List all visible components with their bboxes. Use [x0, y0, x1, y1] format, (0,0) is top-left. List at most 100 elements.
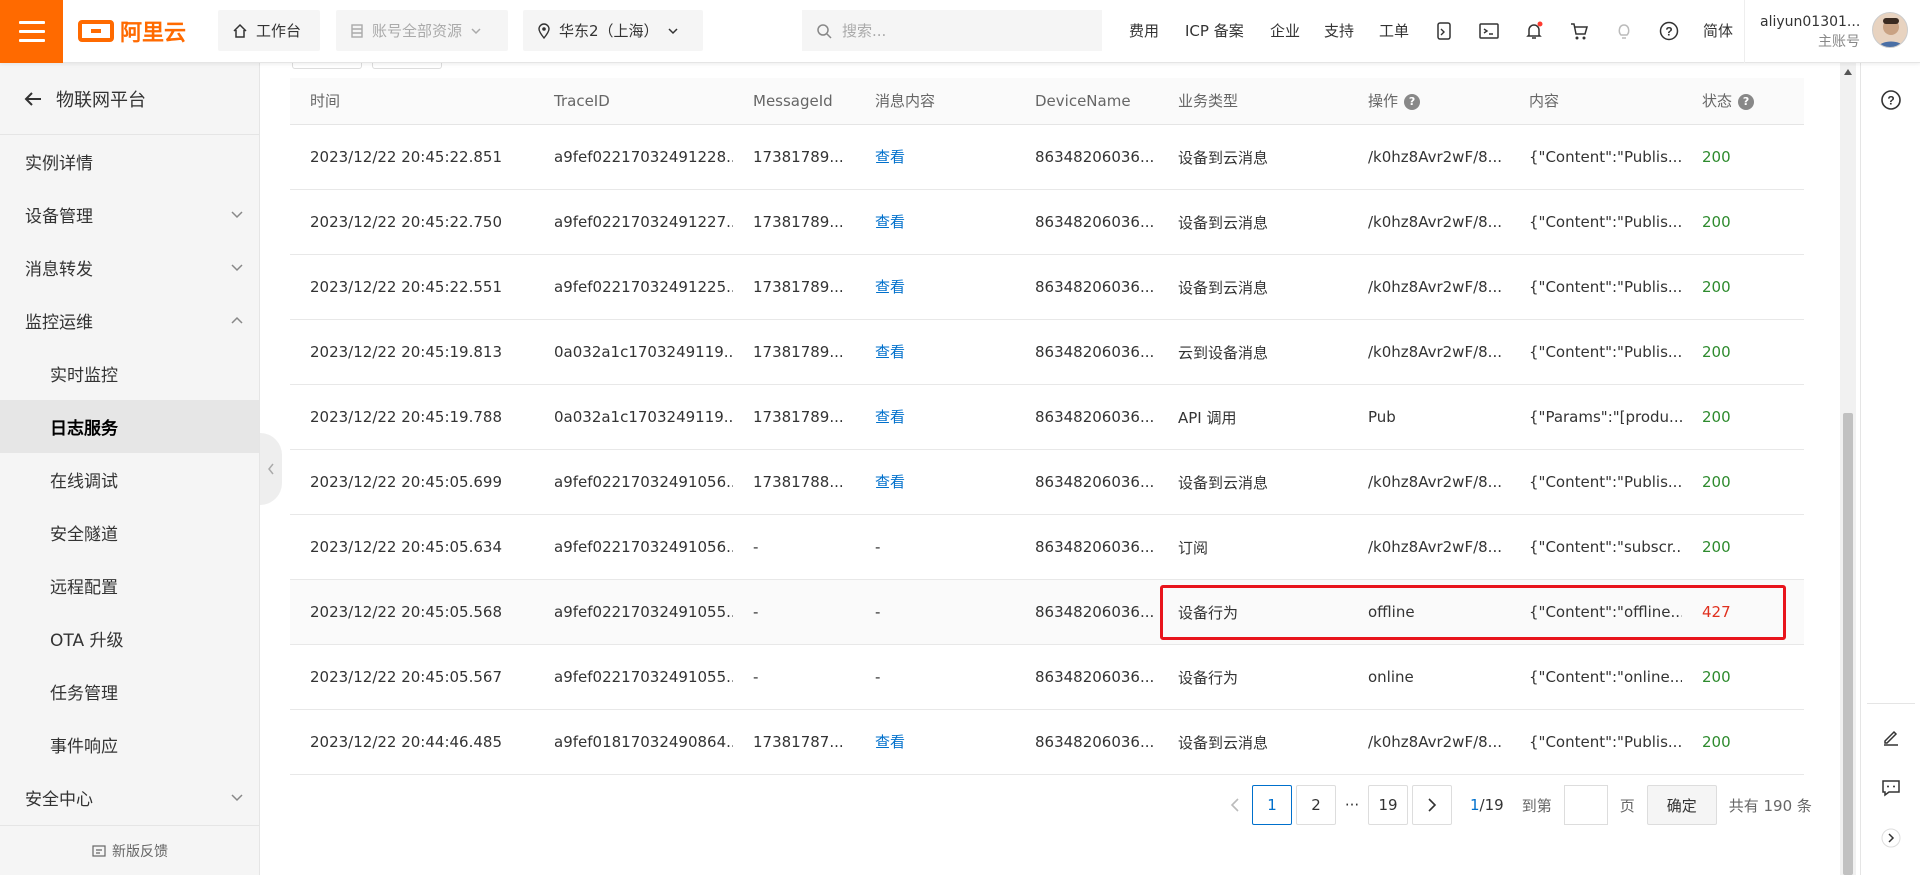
table-cell: 200 — [1682, 644, 1804, 710]
link-ticket[interactable]: 工单 — [1379, 20, 1409, 41]
cell-text: {"Content":"offline... — [1529, 602, 1682, 621]
view-link[interactable]: 查看 — [875, 733, 905, 751]
table-cell: 17381789... — [733, 319, 855, 385]
view-link[interactable]: 查看 — [875, 278, 905, 296]
table-cell: 2023/12/22 20:45:22.851 — [290, 124, 534, 190]
page-button-1[interactable]: 1 — [1252, 785, 1292, 825]
workbench-button[interactable]: 工作台 — [218, 10, 320, 51]
cell-text: a9fef02217032491055... — [554, 667, 733, 686]
sidebar-item[interactable]: 安全隧道 — [0, 506, 259, 559]
table-row: 2023/12/22 20:45:05.699 a9fef022170324910… — [290, 449, 1804, 515]
table-cell: - — [855, 644, 1015, 710]
bell-icon[interactable] — [1523, 20, 1545, 42]
table-cell: 86348206036... — [1015, 709, 1158, 775]
search-box[interactable] — [802, 10, 1102, 51]
column-header: 内容 — [1509, 78, 1682, 125]
table-cell: {"Content":"Publis... — [1509, 709, 1682, 775]
view-link[interactable]: 查看 — [875, 473, 905, 491]
sidebar-collapse-toggle[interactable] — [260, 433, 282, 505]
cloudshell-icon[interactable] — [1433, 20, 1455, 42]
table-cell: API 调用 — [1158, 384, 1348, 450]
link-fees[interactable]: 费用 — [1129, 20, 1159, 41]
cart-icon[interactable] — [1568, 20, 1590, 42]
sidebar-item[interactable]: OTA 升级 — [0, 612, 259, 665]
table-cell: {"Content":"Publis... — [1509, 449, 1682, 515]
edit-icon[interactable] — [1879, 725, 1903, 749]
table-cell: 200 — [1682, 254, 1804, 320]
view-link[interactable]: 查看 — [875, 408, 905, 426]
feedback-button[interactable]: 新版反馈 — [0, 825, 260, 875]
cell-text: a9fef02217032491228... — [554, 147, 733, 166]
sidebar-item[interactable]: 消息转发 — [0, 241, 259, 294]
table-cell: 17381789... — [733, 189, 855, 255]
scroll-up-arrow[interactable] — [1844, 69, 1852, 75]
avatar[interactable] — [1872, 12, 1908, 48]
cell-text: a9fef02217032491056... — [554, 472, 733, 491]
sidebar-item[interactable]: 日志服务 — [0, 400, 259, 453]
view-link[interactable]: 查看 — [875, 343, 905, 361]
cell-text: /k0hz8Avr2wF/8... — [1368, 147, 1502, 166]
terminal-icon[interactable] — [1478, 20, 1500, 42]
sidebar-back-title[interactable]: 物联网平台 — [0, 63, 259, 135]
cell-text: 2023/12/22 20:44:46.485 — [310, 732, 502, 751]
arrow-left-icon[interactable] — [24, 91, 42, 107]
cell-text: {"Content":"Publis... — [1529, 732, 1682, 751]
lightbulb-icon[interactable] — [1613, 20, 1635, 42]
goto-page-input[interactable] — [1563, 785, 1608, 825]
cell-text: 2023/12/22 20:45:05.567 — [310, 667, 502, 686]
cell-text: 86348206036... — [1035, 537, 1155, 556]
user-info[interactable]: aliyun01301... 主账号 — [1760, 12, 1860, 52]
page-ellipsis[interactable]: ··· — [1336, 785, 1368, 825]
column-header-label: TraceID — [554, 91, 610, 110]
language-switch[interactable]: 简体 — [1703, 20, 1733, 41]
aliyun-logo[interactable]: 阿里云 — [78, 14, 186, 48]
table-cell: 2023/12/22 20:45:22.551 — [290, 254, 534, 320]
expand-rail-button[interactable] — [1879, 826, 1903, 850]
table-cell: a9fef02217032491055... — [534, 579, 733, 645]
sidebar-item[interactable]: 实时监控 — [0, 347, 259, 400]
menu-button[interactable] — [0, 0, 63, 63]
prev-page-button[interactable] — [1222, 785, 1248, 825]
cell-text: 2023/12/22 20:45:22.851 — [310, 147, 502, 166]
sidebar-item[interactable]: 在线调试 — [0, 453, 259, 506]
next-page-button[interactable] — [1412, 785, 1452, 825]
table-cell: 86348206036... — [1015, 319, 1158, 385]
view-link[interactable]: 查看 — [875, 213, 905, 231]
link-icp[interactable]: ICP 备案 — [1185, 20, 1244, 41]
chat-icon[interactable] — [1879, 776, 1903, 800]
table-cell: 设备到云消息 — [1158, 709, 1348, 775]
cell-text: 2023/12/22 20:45:19.788 — [310, 407, 502, 426]
sidebar-item[interactable]: 事件响应 — [0, 718, 259, 771]
resources-dropdown[interactable]: 账号全部资源 — [336, 10, 508, 51]
link-enterprise[interactable]: 企业 — [1270, 20, 1300, 41]
cell-text: a9fef02217032491055... — [554, 602, 733, 621]
table-row: 2023/12/22 20:44:46.485 a9fef018170324908… — [290, 709, 1804, 775]
sidebar-item[interactable]: 任务管理 — [0, 665, 259, 718]
page-button-2[interactable]: 2 — [1296, 785, 1336, 825]
search-input[interactable] — [842, 21, 1082, 40]
chevron-left-icon — [1230, 798, 1239, 812]
confirm-button[interactable]: 确定 — [1646, 785, 1717, 825]
sidebar-item[interactable]: 实例详情 — [0, 135, 259, 188]
region-dropdown[interactable]: 华东2（上海） — [523, 10, 703, 51]
cell-text: a9fef01817032490864... — [554, 732, 733, 751]
view-link[interactable]: 查看 — [875, 148, 905, 166]
sidebar-item[interactable]: 安全中心 — [0, 771, 259, 824]
sidebar-item[interactable]: 设备管理 — [0, 188, 259, 241]
scrollbar-thumb[interactable] — [1843, 413, 1853, 875]
sidebar-item[interactable]: 监控运维 — [0, 294, 259, 347]
vertical-scrollbar[interactable] — [1840, 63, 1856, 875]
help-icon[interactable]: ? — [1879, 88, 1903, 112]
link-support[interactable]: 支持 — [1324, 20, 1354, 41]
cell-text: {"Params":"[produ... — [1529, 407, 1682, 426]
column-header-label: 内容 — [1529, 92, 1560, 111]
sidebar-item[interactable]: 远程配置 — [0, 559, 259, 612]
help-icon[interactable]: ? — [1658, 20, 1680, 42]
cell-text: 86348206036... — [1035, 342, 1155, 361]
cell-text: 云到设备消息 — [1178, 343, 1269, 362]
page-button-19[interactable]: 19 — [1368, 785, 1408, 825]
help-icon[interactable]: ? — [1738, 93, 1755, 110]
help-icon[interactable]: ? — [1404, 93, 1421, 110]
column-header: 消息内容 — [855, 78, 1015, 125]
cell-text: 2023/12/22 20:45:05.568 — [310, 602, 502, 621]
